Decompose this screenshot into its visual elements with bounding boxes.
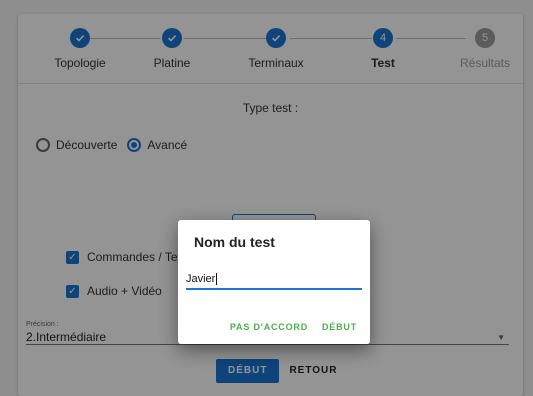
dialog-title: Nom du test [194, 234, 275, 250]
test-name-input-value: Javier [186, 273, 216, 285]
test-name-input[interactable]: Javier [186, 270, 362, 290]
text-caret [216, 273, 218, 286]
dialog-start-button[interactable]: DÉBUT [317, 318, 362, 336]
disagree-button[interactable]: PAS D'ACCORD [225, 318, 313, 336]
dialog-actions: PAS D'ACCORD DÉBUT [221, 318, 362, 336]
test-name-dialog: Nom du test Javier PAS D'ACCORD DÉBUT [178, 220, 370, 344]
